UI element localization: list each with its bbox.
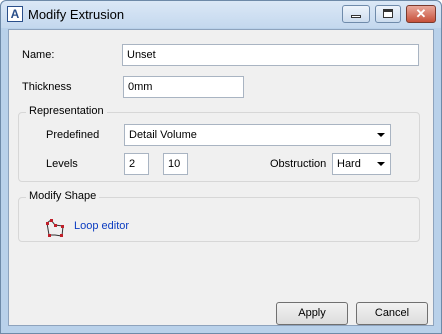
maximize-icon xyxy=(383,9,393,18)
cancel-button[interactable]: Cancel xyxy=(356,302,428,325)
app-icon: A xyxy=(7,6,23,22)
thickness-label: Thickness xyxy=(22,81,72,93)
apply-button[interactable]: Apply xyxy=(276,302,348,325)
title-bar[interactable]: A Modify Extrusion ✕ xyxy=(1,1,441,28)
loop-editor-icon[interactable] xyxy=(45,219,67,239)
minimize-icon xyxy=(351,15,361,18)
chevron-down-icon xyxy=(377,133,385,137)
predefined-select[interactable]: Detail Volume xyxy=(124,124,391,146)
close-button[interactable]: ✕ xyxy=(406,5,436,23)
levels-label: Levels xyxy=(46,158,78,170)
loop-editor-link[interactable]: Loop editor xyxy=(74,220,129,232)
name-label: Name: xyxy=(22,49,55,61)
level-low-input[interactable]: 2 xyxy=(124,153,149,175)
window-title: Modify Extrusion xyxy=(28,7,125,22)
thickness-input[interactable]: 0mm xyxy=(123,76,244,98)
dialog-window: A Modify Extrusion ✕ Name: Unset Thickne… xyxy=(0,0,442,334)
predefined-label: Predefined xyxy=(46,129,100,141)
maximize-button[interactable] xyxy=(375,5,401,23)
dialog-content: Name: Unset Thickness 0mm Representation… xyxy=(8,29,434,326)
obstruction-label: Obstruction xyxy=(270,158,327,170)
predefined-select-value: Detail Volume xyxy=(129,129,197,141)
minimize-button[interactable] xyxy=(342,5,370,23)
close-icon: ✕ xyxy=(415,6,427,21)
obstruction-select-value: Hard xyxy=(337,158,361,170)
level-high-input[interactable]: 10 xyxy=(163,153,188,175)
obstruction-select[interactable]: Hard xyxy=(332,153,391,175)
representation-group-label: Representation xyxy=(26,105,107,117)
chevron-down-icon xyxy=(377,162,385,166)
name-input[interactable]: Unset xyxy=(122,44,419,66)
modify-shape-group-label: Modify Shape xyxy=(26,190,100,202)
